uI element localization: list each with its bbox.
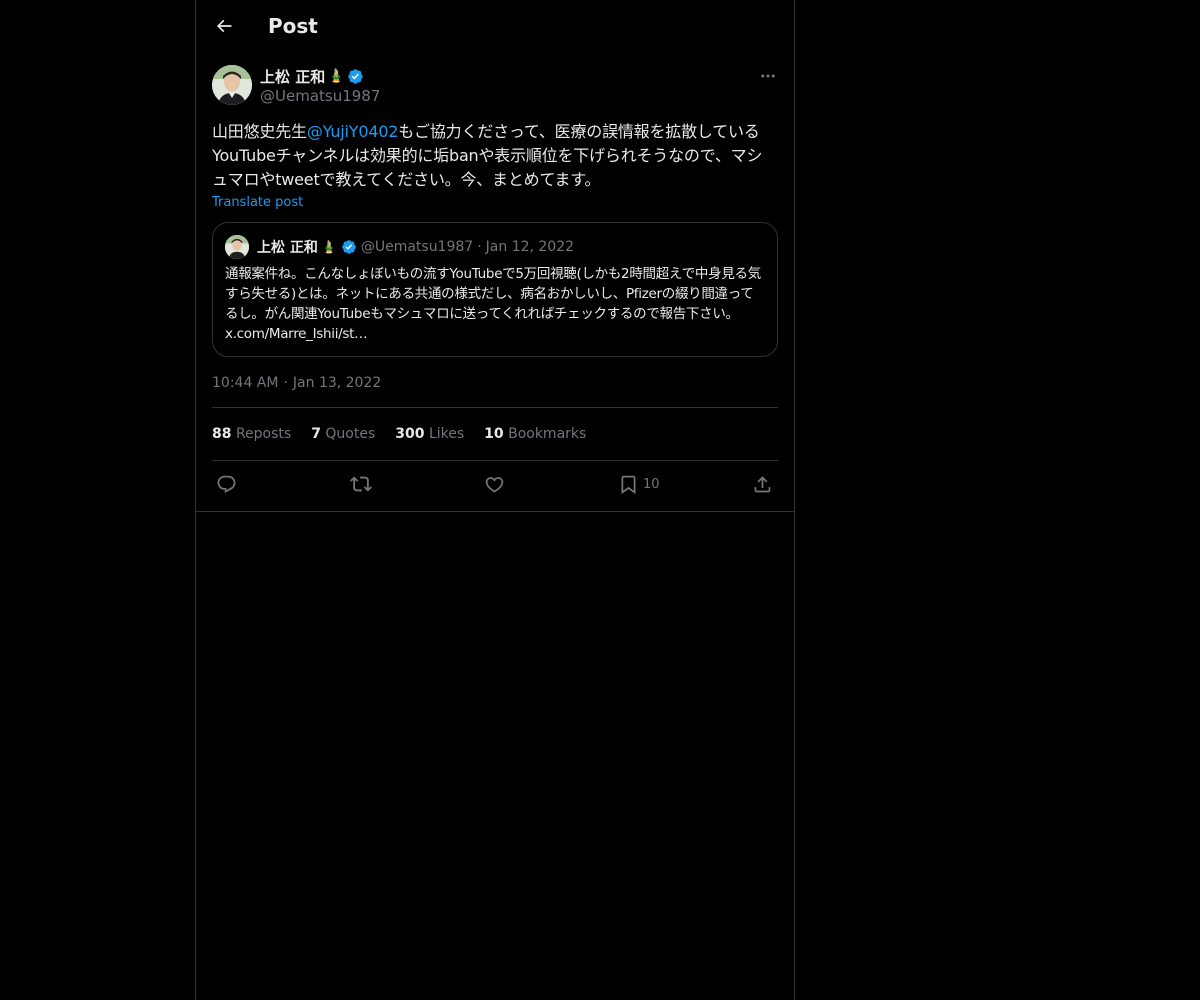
quoted-post[interactable]: 上松 正和 🎍 @Uematsu1987 · Jan 12, 2022 通報案件… [212,222,778,357]
author-row: 上松 正和 🎍 @Uematsu1987 [212,64,778,106]
author-emoji: 🎍 [328,69,345,84]
quotes-stat[interactable]: 7 Quotes [311,426,375,442]
post-timestamp: 10:44 AM · Jan 13, 2022 [212,375,778,408]
post-date[interactable]: Jan 13, 2022 [293,375,381,391]
back-arrow-icon [214,16,234,36]
post-text: 山田悠史先生@YujiY0402もご協力くださって、医療の誤情報を拡散しているY… [212,122,763,189]
share-button[interactable] [752,473,773,495]
bookmarks-stat[interactable]: 10 Bookmarks [484,426,586,442]
header: Post [196,0,794,54]
reposts-stat[interactable]: 88 Reposts [212,426,291,442]
more-button[interactable] [758,66,778,86]
quote-separator: · [477,239,482,255]
like-button[interactable] [484,473,505,495]
verified-icon [341,239,357,255]
quote-header: 上松 正和 🎍 @Uematsu1987 · Jan 12, 2022 [225,235,765,259]
bookmark-button[interactable]: 10 [618,473,660,495]
bookmark-count: 10 [643,476,660,492]
bookmark-icon [618,474,639,495]
post-bottom-divider [196,511,794,512]
page-title: Post [268,14,318,38]
main-column: Post 上松 正和 🎍 @Uematsu1987 山田悠史先生@YujiY04… [195,0,795,1000]
author-handle[interactable]: @Uematsu1987 [260,87,380,105]
quote-author-emoji: 🎍 [321,240,337,254]
quote-date: Jan 12, 2022 [485,239,575,255]
translate-post-link[interactable]: Translate post [212,195,778,210]
timestamp-separator: · [283,375,288,391]
quote-text: 通報案件ね。こんなしょぼいもの流すYouTubeで5万回視聴(しかも2時間超えで… [225,266,761,342]
repost-icon [350,473,372,495]
avatar[interactable] [212,65,252,105]
verified-icon [347,68,364,85]
author-name[interactable]: 上松 正和 🎍 [260,66,364,87]
like-icon [484,474,505,495]
action-bar: 10 [212,461,778,509]
share-icon [752,474,773,495]
back-button[interactable] [212,14,236,38]
quote-avatar [225,235,249,259]
quote-link[interactable]: x.com/Marre_Ishii/st… [225,326,368,342]
post-time[interactable]: 10:44 AM [212,375,278,391]
reply-icon [216,474,237,495]
likes-stat[interactable]: 300 Likes [395,426,464,442]
engagement-stats: 88 Reposts 7 Quotes 300 Likes 10 Bookmar… [212,408,778,461]
more-icon [759,67,777,85]
quote-author-name: 上松 正和 [257,240,318,256]
mention-link[interactable]: @YujiY0402 [307,122,399,141]
quote-author-handle: @Uematsu1987 [360,239,474,255]
repost-button[interactable] [350,473,372,495]
post: 上松 正和 🎍 @Uematsu1987 山田悠史先生@YujiY0402もご協… [212,64,778,509]
reply-button[interactable] [216,473,237,495]
